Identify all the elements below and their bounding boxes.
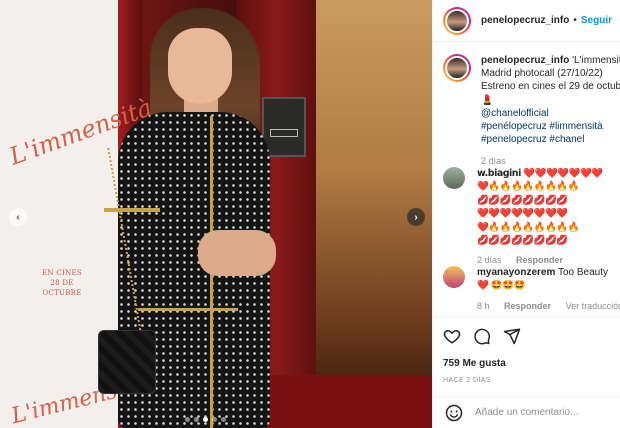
slide-dot (221, 417, 226, 422)
hashtags-line2[interactable]: #penelopecruz #chanel (481, 133, 620, 146)
post-caption: penelopecruz_info 'L'immensità' Madrid p… (443, 54, 620, 169)
comment-timestamp[interactable]: 2 días (477, 255, 502, 265)
author-username[interactable]: penelopecruz_info (481, 15, 569, 26)
comment-timestamp[interactable]: 8 h (477, 301, 490, 311)
see-translation-button[interactable]: Ver traducción (566, 301, 620, 311)
lipstick-emoji: 💄 (481, 94, 494, 106)
slide-dot (185, 417, 190, 422)
caption-line1: 'L'immensità' (572, 55, 620, 66)
caption-username[interactable]: penelopecruz_info (481, 55, 569, 66)
follow-button[interactable]: Seguir (581, 15, 612, 26)
author-avatar[interactable] (443, 6, 471, 35)
caption-avatar[interactable] (443, 54, 471, 82)
comment-input[interactable] (475, 407, 615, 418)
commenter-username[interactable]: w.biagini (477, 168, 521, 179)
commenter-username[interactable]: myanayonzerem (477, 267, 555, 278)
slide-indicator (185, 417, 226, 422)
header-separator: • (573, 15, 577, 26)
share-icon[interactable] (503, 327, 521, 345)
chevron-left-icon: ‹ (16, 211, 20, 223)
backdrop-release-date: EN CINES 28 DE OCTUBRE (41, 269, 82, 297)
heart-icon[interactable] (443, 327, 461, 345)
commenter-avatar[interactable] (443, 167, 465, 189)
slide-dot (203, 417, 208, 422)
slide-dot (212, 417, 217, 422)
comment-icon[interactable] (473, 327, 491, 345)
quilted-handbag (98, 330, 156, 394)
comment-item: w.biagini ❤️❤️❤️❤️❤️❤️❤️ ❤️🔥🔥🔥🔥🔥🔥🔥🔥 💋💋💋💋… (443, 167, 620, 268)
commenter-avatar[interactable] (443, 266, 465, 288)
caption-line3: Estreno en cines el 29 de octubre (481, 81, 620, 93)
mention-link[interactable]: @chanelofficial (481, 108, 549, 119)
add-comment-bar (433, 396, 620, 428)
post-photo[interactable]: L'immensità EN CINES 28 DE OCTUBRE L'imm… (0, 0, 432, 428)
emoji-picker-icon[interactable] (445, 404, 463, 422)
post-actions: 759 Me gusta HACE 2 DÍAS (433, 316, 620, 384)
like-count[interactable]: 759 Me gusta (443, 358, 611, 369)
chevron-right-icon: › (414, 211, 418, 223)
post-header: penelopecruz_info • Seguir (433, 0, 620, 42)
hashtags-line1[interactable]: #penélopecruz #limmensità (481, 120, 620, 133)
caption-line2: Madrid photocall (27/10/22) (481, 68, 603, 80)
comment-text: Too Beauty (557, 267, 609, 278)
post-date: HACE 2 DÍAS (443, 377, 491, 384)
comment-item: myanayonzerem Too Beauty ❤️ 🤩🤩🤩 8 h Resp… (443, 266, 620, 313)
person-figure (98, 8, 288, 428)
post-side-panel: penelopecruz_info • Seguir penelopecruz_… (432, 0, 620, 428)
reply-button[interactable]: Responder (516, 255, 563, 265)
reply-button[interactable]: Responder (504, 301, 551, 311)
previous-slide-button[interactable]: ‹ (9, 208, 27, 226)
next-slide-button[interactable]: › (407, 208, 425, 226)
slide-dot (194, 417, 199, 422)
